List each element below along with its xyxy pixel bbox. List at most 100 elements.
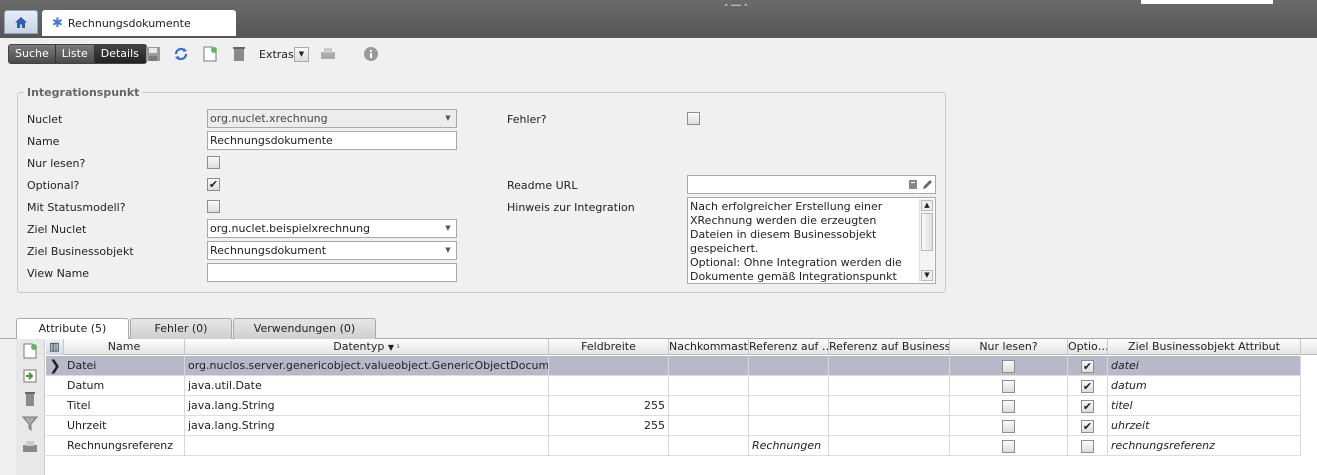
row-header[interactable]	[46, 396, 64, 416]
refresh-icon[interactable]	[173, 46, 189, 62]
nur-lesen-checkbox[interactable]	[207, 156, 220, 169]
table-row[interactable]: ❯ Datei org.nuclos.server.genericobject.va…	[46, 356, 1301, 376]
delete-icon[interactable]	[231, 46, 247, 62]
cell-name[interactable]: Titel	[64, 396, 185, 416]
tab-attribute[interactable]: Attribute (5)	[16, 318, 129, 340]
crumb-liste[interactable]: Liste	[56, 45, 95, 63]
fehler-checkbox[interactable]	[687, 112, 700, 125]
col-referenz[interactable]: Referenz auf …	[749, 339, 829, 355]
cell-nur-lesen[interactable]	[950, 356, 1068, 376]
col-referenz-bo[interactable]: Referenz auf Business…	[829, 339, 950, 355]
col-feldbreite[interactable]: Feldbreite	[549, 339, 669, 355]
ziel-nuclet-combobox[interactable]: org.nuclet.beispielxrechnung ▼	[207, 219, 457, 238]
cell-datentyp[interactable]: java.util.Date	[185, 376, 549, 396]
print-table-icon[interactable]	[22, 439, 38, 455]
new-row-icon[interactable]	[22, 343, 38, 359]
view-name-field[interactable]	[207, 263, 457, 282]
cell-nur-lesen[interactable]	[950, 396, 1068, 416]
cell-referenz-bo[interactable]	[829, 396, 950, 416]
info-icon[interactable]	[363, 46, 379, 62]
cell-nachkomma[interactable]	[669, 376, 749, 396]
cell-ziel[interactable]: uhrzeit	[1108, 416, 1301, 436]
optional-checkbox[interactable]: ✔	[207, 178, 220, 191]
cell-optional[interactable]: ✔	[1068, 416, 1108, 436]
global-search-input[interactable]	[1141, 0, 1273, 4]
row-nur-lesen-checkbox[interactable]	[1002, 379, 1015, 393]
row-nur-lesen-checkbox[interactable]	[1002, 359, 1015, 373]
cell-nur-lesen[interactable]	[950, 376, 1068, 396]
row-header[interactable]	[46, 376, 64, 396]
cell-nachkomma[interactable]	[669, 436, 749, 456]
cell-referenz-bo[interactable]	[829, 436, 950, 456]
table-row[interactable]: Datum java.util.Date ✔ datum	[46, 376, 1301, 396]
print-icon[interactable]	[320, 46, 336, 62]
col-nur-lesen[interactable]: Nur lesen?	[950, 339, 1068, 355]
extras-menu-label[interactable]: Extras	[259, 48, 294, 61]
cell-referenz[interactable]	[749, 416, 829, 436]
row-optional-checkbox[interactable]: ✔	[1081, 359, 1094, 373]
cell-nur-lesen[interactable]	[950, 416, 1068, 436]
cell-referenz[interactable]	[749, 376, 829, 396]
document-tab[interactable]: ✱ Rechnungsdokumente	[42, 10, 236, 36]
cell-ziel[interactable]: datum	[1108, 376, 1301, 396]
scroll-down-icon[interactable]: ▼	[921, 270, 933, 281]
readme-url-field[interactable]	[687, 175, 936, 194]
row-nur-lesen-checkbox[interactable]	[1002, 439, 1015, 453]
cell-ziel[interactable]: datei	[1108, 356, 1301, 376]
filter-icon[interactable]	[22, 415, 38, 431]
cell-name[interactable]: Uhrzeit	[64, 416, 185, 436]
cell-feldbreite[interactable]	[549, 376, 669, 396]
save-icon[interactable]	[145, 46, 161, 62]
nuclet-combobox[interactable]: org.nuclet.xrechnung ▼	[207, 109, 457, 128]
cell-optional[interactable]: ✔	[1068, 376, 1108, 396]
scroll-up-icon[interactable]: ▲	[921, 200, 933, 211]
cell-referenz[interactable]	[749, 356, 829, 376]
hinweis-scrollbar[interactable]: ▲ ▼	[919, 199, 934, 282]
table-row[interactable]: Uhrzeit java.lang.String 255 ✔ uhrzeit	[46, 416, 1301, 436]
col-ziel[interactable]: Ziel Businessobjekt Attribut	[1108, 339, 1301, 355]
row-optional-checkbox[interactable]: ✔	[1081, 399, 1094, 413]
extras-dropdown-button[interactable]: ▼	[294, 47, 309, 62]
cell-nachkomma[interactable]	[669, 416, 749, 436]
row-nur-lesen-checkbox[interactable]	[1002, 419, 1015, 433]
cell-name[interactable]: Rechnungsreferenz	[64, 436, 185, 456]
cell-nur-lesen[interactable]	[950, 436, 1068, 456]
cell-feldbreite[interactable]: 255	[549, 396, 669, 416]
row-nur-lesen-checkbox[interactable]	[1002, 399, 1015, 413]
cell-referenz[interactable]	[749, 396, 829, 416]
tab-fehler[interactable]: Fehler (0)	[130, 318, 232, 339]
cell-ziel[interactable]: titel	[1108, 396, 1301, 416]
cell-nachkomma[interactable]	[669, 396, 749, 416]
col-datentyp[interactable]: Datentyp ▼ ¹	[185, 339, 549, 355]
row-optional-checkbox[interactable]	[1081, 439, 1094, 453]
cell-referenz[interactable]: Rechnungen	[749, 436, 829, 456]
row-header[interactable]	[46, 416, 64, 436]
crumb-details[interactable]: Details	[94, 45, 146, 63]
cell-feldbreite[interactable]: 255	[549, 416, 669, 436]
delete-row-icon[interactable]	[22, 391, 38, 407]
row-optional-checkbox[interactable]: ✔	[1081, 419, 1094, 433]
cell-feldbreite[interactable]	[549, 436, 669, 456]
cell-optional[interactable]: ✔	[1068, 356, 1108, 376]
cell-nachkomma[interactable]	[669, 356, 749, 376]
cell-referenz-bo[interactable]	[829, 376, 950, 396]
drag-handle[interactable]: • ━━ •	[712, 2, 760, 10]
cell-referenz-bo[interactable]	[829, 416, 950, 436]
cell-datentyp[interactable]: java.lang.String	[185, 416, 549, 436]
cell-referenz-bo[interactable]	[829, 356, 950, 376]
col-optional[interactable]: Optio…	[1068, 339, 1108, 355]
cell-ziel[interactable]: rechnungsreferenz	[1108, 436, 1301, 456]
hinweis-textarea[interactable]: Nach erfolgreicher Erstellung einer XRec…	[687, 197, 936, 284]
cell-name[interactable]: Datei	[64, 356, 185, 376]
row-optional-checkbox[interactable]: ✔	[1081, 379, 1094, 393]
import-icon[interactable]	[22, 368, 38, 384]
cell-feldbreite[interactable]	[549, 356, 669, 376]
cell-optional[interactable]	[1068, 436, 1108, 456]
cell-name[interactable]: Datum	[64, 376, 185, 396]
statusmodell-checkbox[interactable]	[207, 200, 220, 213]
tab-verwendungen[interactable]: Verwendungen (0)	[233, 318, 376, 339]
col-name[interactable]: Name	[64, 339, 185, 355]
cell-optional[interactable]: ✔	[1068, 396, 1108, 416]
crumb-suche[interactable]: Suche	[9, 45, 56, 63]
row-header[interactable]	[46, 436, 64, 456]
